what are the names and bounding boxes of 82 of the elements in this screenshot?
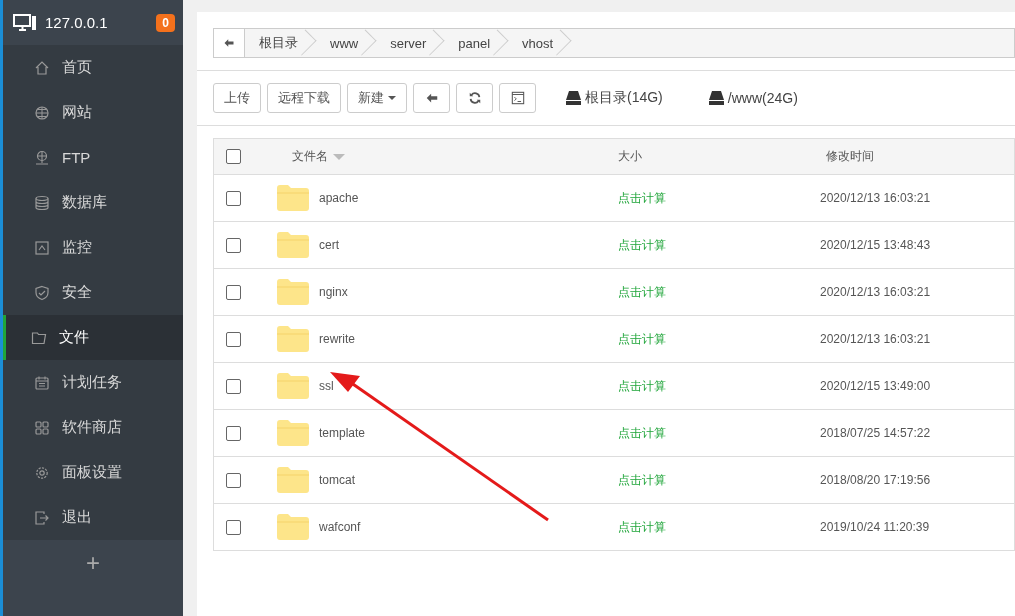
sidebar-item[interactable]: 计划任务 [3,360,183,405]
logout-icon [34,509,50,526]
column-header[interactable]: 文件名 [292,149,328,163]
breadcrumb-item[interactable]: panel [444,29,509,57]
folder-icon [277,467,309,493]
folder-icon [277,279,309,305]
sidebar-item[interactable]: 面板设置 [3,450,183,495]
grid-icon [34,419,50,436]
database-icon [34,194,50,211]
folder-icon [277,185,309,211]
column-header: 修改时间 [826,149,874,163]
row-checkbox[interactable] [226,190,241,206]
back-arrow-icon [424,91,439,105]
sidebar-item[interactable]: 安全 [3,270,183,315]
file-name[interactable]: wafconf [319,520,361,534]
folder-icon [277,326,309,352]
row-checkbox[interactable] [226,472,241,488]
file-name[interactable]: cert [319,238,339,252]
modified-time: 2020/12/13 16:03:21 [820,191,931,205]
file-name[interactable]: apache [319,191,359,205]
row-checkbox[interactable] [226,425,241,441]
add-button[interactable]: + [86,548,100,577]
file-name[interactable]: tomcat [319,473,355,487]
modified-time: 2020/12/15 13:48:43 [820,238,931,252]
folder-icon [277,373,309,399]
file-name[interactable]: template [319,426,366,440]
modified-time: 2018/07/25 14:57:22 [820,426,931,440]
select-all-checkbox[interactable] [226,149,241,164]
file-name[interactable]: ssl [319,379,334,393]
settings-icon [34,464,50,481]
file-name[interactable]: nginx [319,285,348,299]
toolbar-button[interactable]: 上传 [213,83,261,113]
row-checkbox[interactable] [226,237,241,253]
modified-time: 2018/08/20 17:19:56 [820,473,931,487]
sidebar-item[interactable]: 软件商店 [3,405,183,450]
folder-icon [31,329,47,346]
disk-link[interactable]: 根目录(14G) [585,89,663,107]
row-checkbox[interactable] [226,519,241,535]
refresh-button[interactable] [456,83,493,113]
sidebar-item[interactable]: 监控 [3,225,183,270]
network-globe-icon [34,149,50,166]
folder-icon [277,514,309,540]
terminal-icon [510,91,525,105]
modified-time: 2020/12/15 13:49:00 [820,379,931,393]
computer-icon [13,12,37,33]
toolbar-button[interactable]: 远程下载 [267,83,341,113]
globe-icon [34,104,50,121]
sidebar-item[interactable]: FTP [3,135,183,180]
sidebar-item[interactable]: 退出 [3,495,183,540]
terminal-button[interactable] [499,83,536,113]
row-checkbox[interactable] [226,284,241,300]
modified-time: 2020/12/13 16:03:21 [820,285,931,299]
breadcrumb-item[interactable]: server [376,29,445,57]
sidebar-item[interactable]: 网站 [3,90,183,135]
disk-icon [708,91,724,105]
calendar-icon [34,374,50,391]
back-arrow-icon [223,37,235,49]
home-icon [34,59,50,76]
sidebar-item[interactable]: 数据库 [3,180,183,225]
row-checkbox[interactable] [226,331,241,347]
sidebar-item[interactable]: 文件 [3,315,183,360]
back-button[interactable] [413,83,450,113]
shield-icon [34,284,50,301]
server-address: 127.0.0.1 [45,14,109,31]
caret-icon [388,96,396,100]
sidebar-item[interactable]: 首页 [3,45,183,90]
file-name[interactable]: rewrite [319,332,355,346]
breadcrumb-item[interactable]: vhost [508,29,572,57]
modified-time: 2020/12/13 16:03:21 [820,332,931,346]
monitor-icon [34,239,50,256]
folder-icon [277,232,309,258]
disk-link[interactable]: /www(24G) [727,90,798,106]
row-checkbox[interactable] [226,378,241,394]
folder-icon [277,420,309,446]
back-button[interactable] [214,29,245,57]
new-dropdown-button[interactable]: 新建 [347,83,407,113]
refresh-icon [467,91,482,105]
column-header: 大小 [618,149,642,163]
breadcrumb-item[interactable]: 根目录 [245,29,316,57]
modified-time: 2019/10/24 11:20:39 [820,520,930,534]
disk-icon [566,91,581,105]
breadcrumb-item[interactable]: www [316,29,377,57]
